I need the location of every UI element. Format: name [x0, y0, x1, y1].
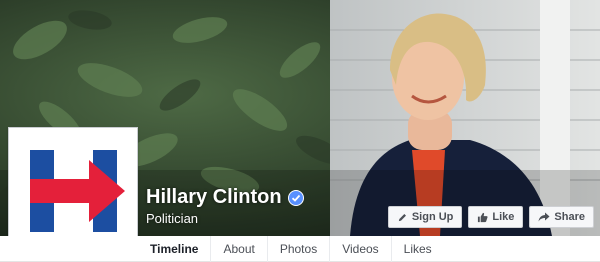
tab-likes[interactable]: Likes [392, 236, 444, 262]
tab-videos[interactable]: Videos [330, 236, 392, 262]
share-label: Share [554, 211, 585, 223]
tab-photos[interactable]: Photos [268, 236, 331, 262]
tab-timeline[interactable]: Timeline [138, 236, 212, 262]
like-label: Like [492, 211, 515, 223]
page-tabs: Timeline About Photos Videos Likes [138, 236, 444, 262]
tab-about[interactable]: About [211, 236, 268, 262]
page-tab-bar: Timeline About Photos Videos Likes [0, 236, 600, 262]
sign-up-label: Sign Up [411, 211, 454, 223]
thumbs-up-icon [478, 212, 488, 222]
page-name-row: Hillary Clinton [146, 186, 304, 209]
page-category[interactable]: Politician [146, 211, 198, 226]
share-button[interactable]: Share [529, 206, 594, 228]
verified-badge-icon [287, 189, 304, 206]
pencil-icon [398, 213, 406, 221]
campaign-logo [13, 132, 133, 250]
share-arrow-icon [538, 212, 550, 221]
like-button[interactable]: Like [468, 206, 524, 228]
page-name[interactable]: Hillary Clinton [146, 186, 282, 209]
page-actions: Sign Up Like Share [387, 206, 594, 228]
sign-up-button[interactable]: Sign Up [387, 206, 463, 228]
